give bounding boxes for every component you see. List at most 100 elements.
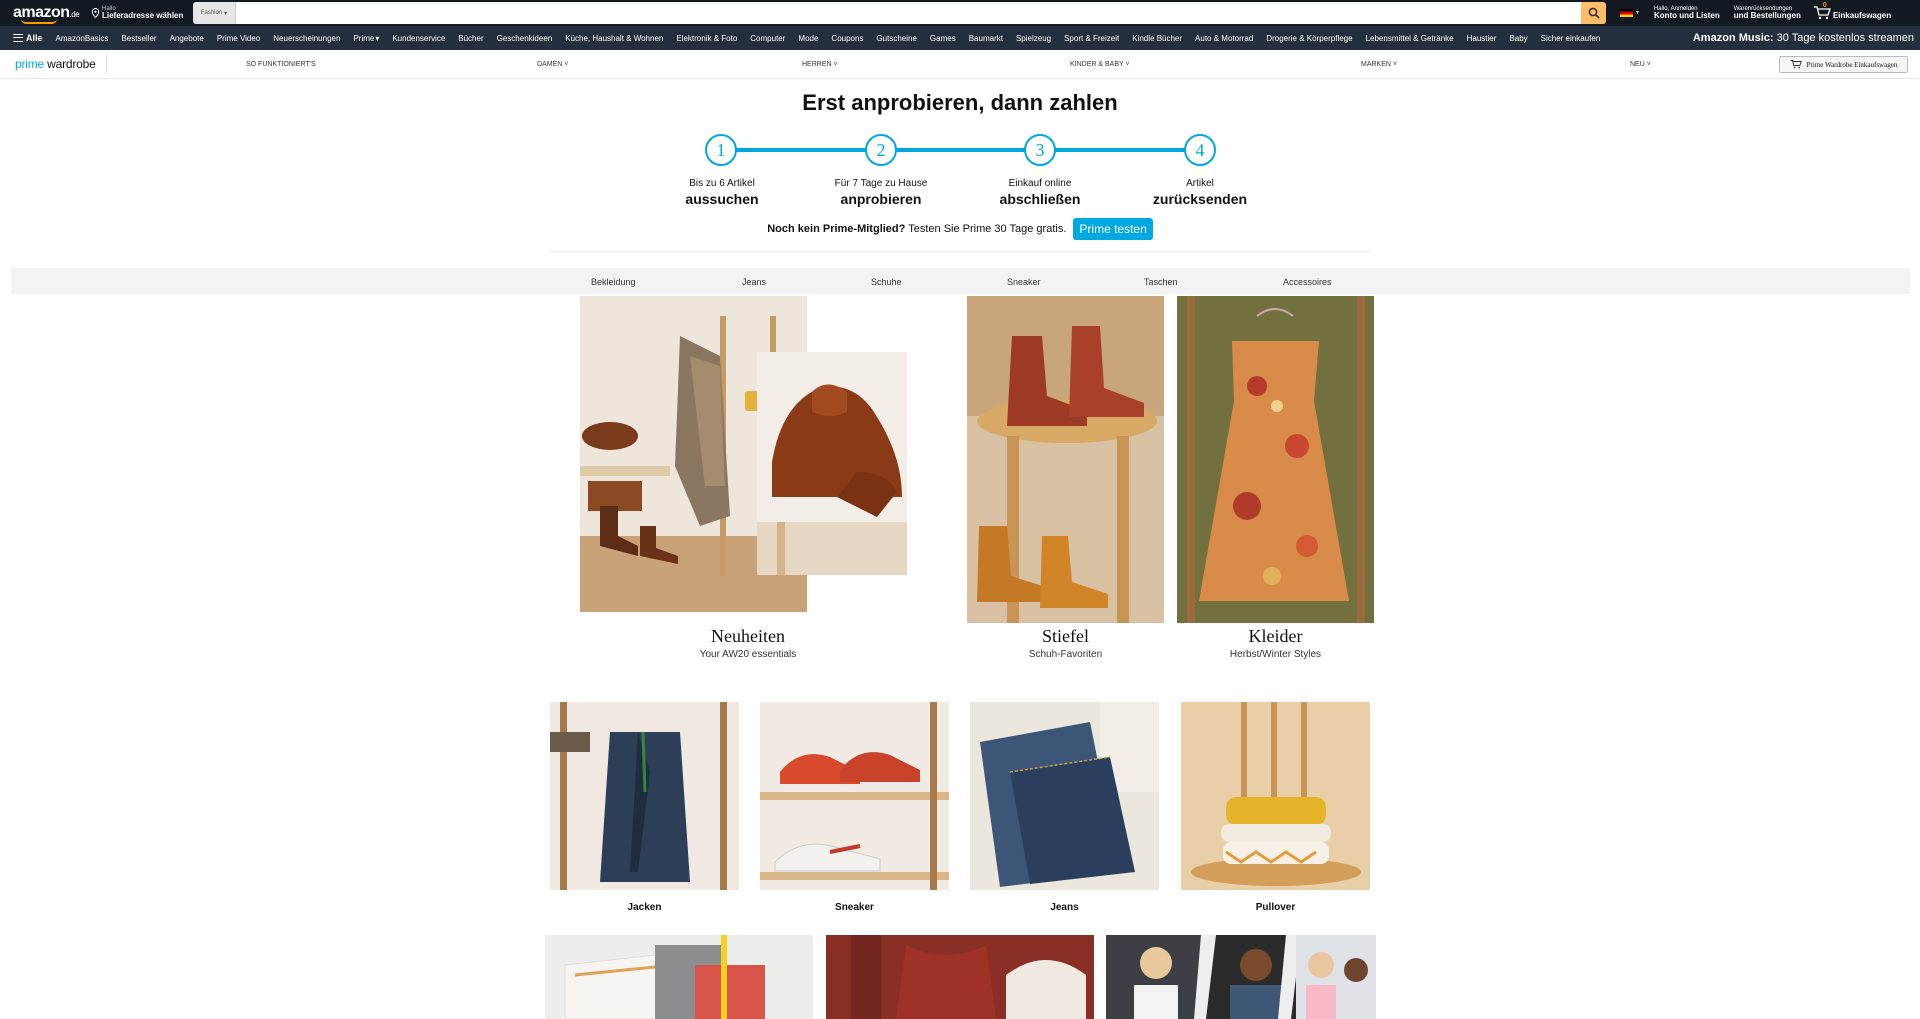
subnav-item-games[interactable]: Games <box>930 34 956 43</box>
logo-wardrobe: wardrobe <box>44 57 96 71</box>
subnav-item-bücher[interactable]: Bücher <box>458 34 483 43</box>
subnav-item-mode[interactable]: Mode <box>798 34 818 43</box>
menu-label: MARKEN <box>1361 61 1391 68</box>
denim-jacket-photo <box>550 702 739 890</box>
subnav-item-geschenkideen[interactable]: Geschenkideen <box>497 34 553 43</box>
menu-kinder-baby[interactable]: KINDER & BABY ˅ <box>1070 61 1130 68</box>
tab-accessoires[interactable]: Accessoires <box>1283 277 1332 287</box>
subnav-item-bestseller[interactable]: Bestseller <box>121 34 156 43</box>
search-category-label: Fashion <box>200 10 223 16</box>
stiefel-image[interactable] <box>967 296 1164 623</box>
tab-bekleidung[interactable]: Bekleidung <box>591 277 636 287</box>
sneaker-label[interactable]: Sneaker <box>760 902 949 913</box>
subnav-item-küche-haushalt-wohnen[interactable]: Küche, Haushalt & Wohnen <box>565 34 663 43</box>
search-category-dropdown[interactable]: Fashion ▾ <box>193 2 236 24</box>
jeans-label[interactable]: Jeans <box>970 902 1159 913</box>
tab-sneaker[interactable]: Sneaker <box>1007 277 1041 287</box>
account-menu[interactable]: Hallo, Anmelden Konto und Listen <box>1654 6 1720 21</box>
neuheiten-caption[interactable]: Neuheiten Your AW20 essentials <box>600 626 896 660</box>
subnav-item-amazonbasics[interactable]: AmazonBasics <box>56 34 109 43</box>
jeans-image[interactable] <box>970 702 1159 890</box>
subnav-item-gutscheine[interactable]: Gutscheine <box>876 34 916 43</box>
menu-neu[interactable]: NEU ˅ <box>1630 61 1651 68</box>
kleider-image[interactable] <box>1177 296 1374 623</box>
feature-subtitle: Your AW20 essentials <box>699 649 797 660</box>
tab-taschen[interactable]: Taschen <box>1144 277 1178 287</box>
subnav-item-kindle-bücher[interactable]: Kindle Bücher <box>1132 34 1182 43</box>
prime-trial-button[interactable]: Prime testen <box>1073 218 1153 240</box>
search-button[interactable] <box>1581 2 1606 24</box>
secondary-nav: Alle AmazonBasics Bestseller Angebote Prime… <box>0 26 1920 50</box>
step-4-label: Artikel zurücksenden <box>1130 178 1270 208</box>
subnav-item-spielzeug[interactable]: Spielzeug <box>1016 34 1051 43</box>
promo-bold: Amazon Music: <box>1692 32 1774 44</box>
tab-jeans[interactable]: Jeans <box>742 277 766 287</box>
subnav-item-prime[interactable]: Prime <box>353 34 374 43</box>
step-number: 2 <box>876 139 886 160</box>
subnav-item-haustier[interactable]: Haustier <box>1467 34 1497 43</box>
amazon-logo[interactable]: amazon.de <box>13 4 80 24</box>
tab-schuhe[interactable]: Schuhe <box>871 277 902 287</box>
cart-button[interactable]: 0 Einkaufswagen <box>1813 2 1891 20</box>
pullover-label[interactable]: Pullover <box>1181 902 1370 913</box>
menu-label: KINDER & BABY <box>1070 61 1124 68</box>
logo-tld: .de <box>69 10 80 19</box>
subnav-item-baby[interactable]: Baby <box>1509 34 1527 43</box>
menu-damen[interactable]: DAMEN ˅ <box>537 61 568 68</box>
subnav-item-prime-video[interactable]: Prime Video <box>217 34 260 43</box>
subnav-item-kundenservice[interactable]: Kundenservice <box>392 34 445 43</box>
subnav-item-baumarkt[interactable]: Baumarkt <box>969 34 1003 43</box>
subnav-item-sport-freizeit[interactable]: Sport & Freizeit <box>1064 34 1119 43</box>
step-caption: Einkauf online <box>1008 178 1072 189</box>
menu-marken[interactable]: MARKEN ˅ <box>1361 61 1397 68</box>
jacken-image[interactable] <box>550 702 739 890</box>
subnav-item-drogerie-körperpflege[interactable]: Drogerie & Körperpflege <box>1266 34 1352 43</box>
search-bar: Fashion ▾ <box>193 2 1606 24</box>
orders-link[interactable]: Warenrücksendungen und Bestellungen <box>1734 6 1801 21</box>
step-caption: Für 7 Tage zu Hause <box>834 178 928 189</box>
subnav-item-sicher-einkaufen[interactable]: Sicher einkaufen <box>1541 34 1601 43</box>
search-input[interactable] <box>236 2 1581 24</box>
menu-herren[interactable]: HERREN ˅ <box>802 61 838 68</box>
language-selector[interactable]: ▼ <box>1620 9 1640 17</box>
chevron-down-icon: ˅ <box>833 61 838 68</box>
jacken-label[interactable]: Jacken <box>550 902 739 913</box>
wardrobe-cart-button[interactable]: Prime Wardrobe Einkaufswagen <box>1779 56 1908 73</box>
kleider-caption[interactable]: Kleider Herbst/Winter Styles <box>1177 626 1374 660</box>
step-action: zurücksenden <box>1152 190 1248 207</box>
stiefel-caption[interactable]: Stiefel Schuh-Favoriten <box>967 626 1164 660</box>
chevron-down-icon: ˅ <box>1125 61 1130 68</box>
subnav-item-computer[interactable]: Computer <box>750 34 785 43</box>
feature-title: Stiefel <box>1042 626 1089 646</box>
step-action: abschließen <box>999 190 1081 207</box>
bottom-tile-middle[interactable] <box>826 935 1094 1019</box>
feature-subtitle: Herbst/Winter Styles <box>1229 649 1322 660</box>
sneaker-image[interactable] <box>760 702 949 890</box>
bottom-tile-right[interactable] <box>1106 935 1376 1019</box>
music-promo-link[interactable]: Amazon Music: 30 Tage kostenlos streamen <box>1693 32 1914 44</box>
divider <box>549 251 1371 252</box>
subnav-item-elektronik-foto[interactable]: Elektronik & Foto <box>676 34 737 43</box>
neuheiten-image-sweater[interactable] <box>757 352 907 575</box>
feature-subtitle: Schuh-Favoriten <box>1028 649 1103 660</box>
stacked-sweaters-photo <box>1181 702 1370 890</box>
subnav-item-coupons[interactable]: Coupons <box>831 34 863 43</box>
all-menu-button[interactable]: Alle <box>13 33 43 43</box>
menu-how-it-works[interactable]: SO FUNKTIONIERT'S <box>246 61 316 68</box>
delivery-address-selector[interactable]: Hallo Lieferadresse wählen <box>91 6 187 20</box>
pullover-image[interactable] <box>1181 702 1370 890</box>
subnav-item-lebensmittel-getränke[interactable]: Lebensmittel & Getränke <box>1366 34 1454 43</box>
step-1-circle: 1 <box>705 134 737 166</box>
account-label: Konto und Listen <box>1653 10 1720 20</box>
subnav-item-angebote[interactable]: Angebote <box>170 34 204 43</box>
step-1-label: Bis zu 6 Artikel aussuchen <box>652 178 792 208</box>
prime-wardrobe-bar: prime wardrobe SO FUNKTIONIERT'S DAMEN ˅… <box>0 50 1920 79</box>
orders-label: und Bestellungen <box>1733 10 1801 20</box>
step-caption: Bis zu 6 Artikel <box>689 178 755 189</box>
chevron-down-icon: ▼ <box>1635 10 1640 16</box>
prime-wardrobe-logo[interactable]: prime wardrobe <box>15 57 96 71</box>
bottom-tile-left[interactable] <box>545 935 813 1019</box>
subnav-item-auto-motorrad[interactable]: Auto & Motorrad <box>1195 34 1253 43</box>
cart-icon <box>1790 60 1802 69</box>
subnav-item-neuerscheinungen[interactable]: Neuerscheinungen <box>273 34 340 43</box>
